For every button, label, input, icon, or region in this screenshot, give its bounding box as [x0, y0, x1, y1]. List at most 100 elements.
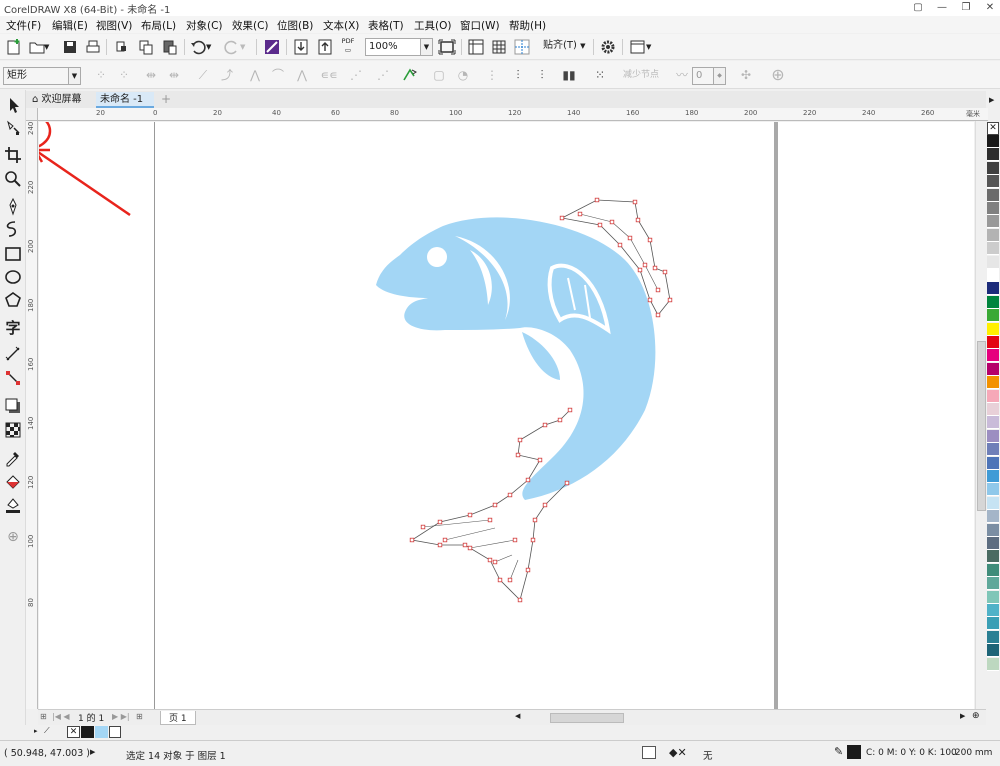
- menu-view[interactable]: 视图(V): [96, 18, 132, 33]
- bounding-box-icon[interactable]: ✣: [735, 66, 757, 84]
- palette-swatch[interactable]: [987, 228, 999, 242]
- fill-bucket-icon[interactable]: ◆✕: [669, 746, 687, 759]
- palette-swatch[interactable]: [987, 282, 999, 296]
- smooth-node-icon[interactable]: ⌒: [267, 66, 289, 84]
- first-page-icon[interactable]: ⊞: [40, 712, 47, 721]
- add-page-icon[interactable]: ⊞: [136, 712, 143, 721]
- palette-swatch[interactable]: [987, 630, 999, 644]
- palette-swatch[interactable]: [987, 215, 999, 229]
- print-icon[interactable]: [83, 37, 103, 57]
- cut-icon[interactable]: [112, 37, 132, 57]
- palette-swatch[interactable]: [987, 175, 999, 189]
- import-icon[interactable]: [291, 37, 311, 57]
- no-color-swatch[interactable]: ✕: [987, 122, 999, 135]
- scroll-left-icon[interactable]: ◀: [515, 712, 520, 720]
- tab-welcome[interactable]: ⌂ 欢迎屏幕: [28, 92, 96, 108]
- export-icon[interactable]: [315, 37, 335, 57]
- snap-to-select[interactable]: 贴齐(T) ▼: [540, 38, 588, 56]
- to-line-icon[interactable]: ⟋: [192, 66, 214, 84]
- palette-swatch[interactable]: [987, 617, 999, 631]
- palette-swatch[interactable]: [987, 188, 999, 202]
- palette-swatch[interactable]: [987, 269, 999, 282]
- palette-swatch[interactable]: [987, 590, 999, 604]
- extend-curve-icon[interactable]: ⋰: [345, 66, 367, 84]
- select-all-nodes-icon[interactable]: ⁘: [90, 66, 112, 84]
- maximize-button[interactable]: ❐: [954, 0, 978, 16]
- doc-outline-swatch[interactable]: [81, 726, 94, 738]
- previous-page-icon[interactable]: |◀ ◀: [52, 712, 70, 721]
- palette-swatch[interactable]: [987, 295, 999, 309]
- scroll-right-icon[interactable]: ▶: [960, 712, 965, 720]
- symmetric-node-icon[interactable]: ⋀: [291, 66, 313, 84]
- doc-white-swatch[interactable]: [109, 726, 121, 738]
- launcher-dropdown-icon[interactable]: ▼: [646, 37, 666, 57]
- rectangle-tool-icon[interactable]: [3, 244, 23, 264]
- freehand-tool-icon[interactable]: [3, 197, 23, 217]
- palette-swatch[interactable]: [987, 389, 999, 403]
- ruler-origin[interactable]: [26, 108, 38, 121]
- extract-subpath-icon[interactable]: ⋰: [372, 66, 394, 84]
- eyedropper-icon[interactable]: ⟋: [44, 726, 50, 736]
- palette-swatch[interactable]: [987, 657, 999, 671]
- reflect-horizontal-icon[interactable]: ⫶: [507, 66, 529, 84]
- palette-swatch[interactable]: [987, 577, 999, 591]
- palette-swatch[interactable]: [987, 362, 999, 376]
- palette-swatch[interactable]: [987, 483, 999, 497]
- curve-smoothness-icon[interactable]: 〰: [671, 66, 693, 84]
- pick-tool-icon[interactable]: [3, 95, 23, 115]
- outline-color-swatch[interactable]: [847, 745, 861, 759]
- minimize-button[interactable]: —: [930, 0, 954, 16]
- palette-swatch[interactable]: [987, 470, 999, 483]
- menu-file[interactable]: 文件(F): [6, 18, 41, 33]
- rotate-nodes-icon[interactable]: ◔: [452, 66, 474, 84]
- page-tab[interactable]: 页 1: [160, 711, 196, 725]
- delete-node-icon[interactable]: ⇹: [140, 66, 162, 84]
- palette-swatch[interactable]: [987, 336, 999, 349]
- customize-toolbox-icon[interactable]: ⊕: [3, 527, 23, 547]
- undo-icon[interactable]: [188, 37, 208, 57]
- palette-swatch[interactable]: [987, 148, 999, 162]
- palette-swatch[interactable]: [987, 510, 999, 524]
- vertical-ruler[interactable]: 240 220 200 180 160 140 120 100 80: [26, 121, 38, 709]
- palette-swatch[interactable]: [987, 604, 999, 617]
- elastic-mode-icon[interactable]: ▮▮: [558, 66, 580, 84]
- menu-window[interactable]: 窗口(W): [460, 18, 500, 33]
- zoom-level-select[interactable]: 100% ▼: [365, 38, 433, 56]
- menu-table[interactable]: 表格(T): [368, 18, 404, 33]
- shape-type-select[interactable]: 矩形 ▼: [3, 67, 81, 85]
- palette-swatch[interactable]: [987, 376, 999, 390]
- tabs-scroll-right-icon[interactable]: ▶: [989, 96, 994, 104]
- palette-swatch[interactable]: [987, 135, 999, 148]
- menu-layout[interactable]: 布局(L): [141, 18, 176, 33]
- close-button[interactable]: ✕: [978, 0, 1000, 16]
- new-document-icon[interactable]: [4, 37, 24, 57]
- account-icon[interactable]: ▢: [906, 0, 930, 16]
- publish-pdf-icon[interactable]: PDF ▭: [338, 37, 358, 57]
- palette-swatch[interactable]: [987, 322, 999, 336]
- options-gear-icon[interactable]: [598, 37, 618, 57]
- menu-edit[interactable]: 编辑(E): [52, 18, 88, 33]
- align-nodes-icon[interactable]: ⋮: [481, 66, 503, 84]
- palette-swatch[interactable]: [987, 644, 999, 658]
- outline-pen-icon[interactable]: ✎: [834, 745, 843, 758]
- parallel-dimension-icon[interactable]: [3, 344, 23, 364]
- select-all-nodes-icon[interactable]: ⁙: [589, 66, 611, 84]
- show-grid-icon[interactable]: [489, 37, 509, 57]
- interactive-fill-icon[interactable]: [3, 472, 23, 492]
- vertical-scroll-thumb[interactable]: [977, 341, 986, 511]
- zoom-tool-icon[interactable]: [3, 169, 23, 189]
- menu-object[interactable]: 对象(C): [186, 18, 223, 33]
- horizontal-scroll-thumb[interactable]: [550, 713, 624, 723]
- crop-tool-icon[interactable]: [3, 145, 23, 165]
- transparency-icon[interactable]: [3, 420, 23, 440]
- palette-swatch[interactable]: [987, 309, 999, 323]
- doc-fill-swatch[interactable]: [95, 726, 108, 738]
- curve-smoothness-input[interactable]: 0 ◆: [692, 67, 726, 85]
- paste-icon[interactable]: [160, 37, 180, 57]
- navigator-icon[interactable]: ⊕: [972, 711, 980, 721]
- redo-icon[interactable]: [222, 37, 242, 57]
- palette-swatch[interactable]: [987, 496, 999, 510]
- full-screen-preview-icon[interactable]: [437, 37, 457, 57]
- menu-help[interactable]: 帮助(H): [509, 18, 546, 33]
- palette-swatch[interactable]: [987, 416, 999, 430]
